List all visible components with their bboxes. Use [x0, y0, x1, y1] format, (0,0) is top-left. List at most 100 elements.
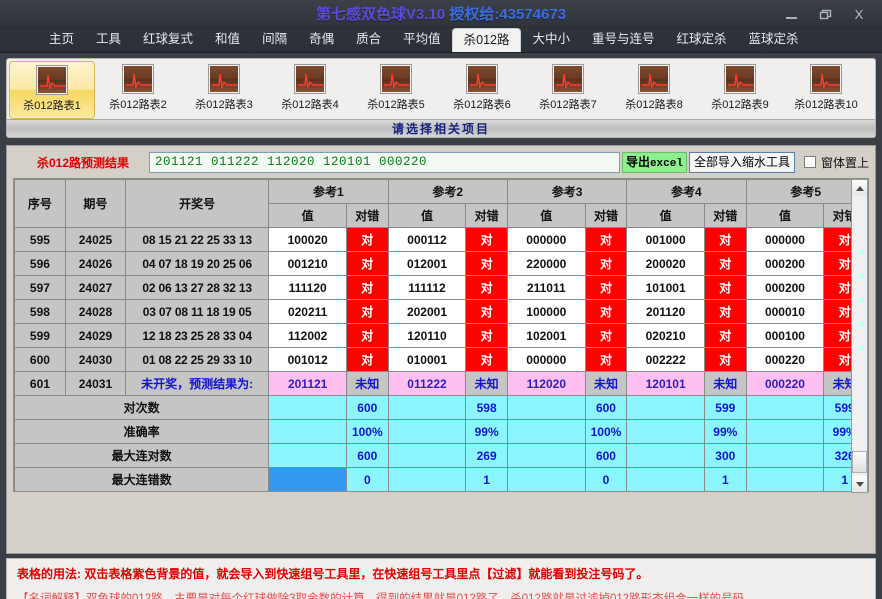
- stats-value-1: 600: [346, 443, 389, 468]
- toolbar-tab-2[interactable]: 杀012路表2: [95, 61, 181, 119]
- menu-item-1[interactable]: 工具: [85, 28, 132, 52]
- cell-value-4[interactable]: 200020: [626, 251, 706, 276]
- menu-item-4[interactable]: 间隔: [251, 28, 298, 52]
- menu-item-2[interactable]: 红球复式: [132, 28, 204, 52]
- cell-value-4[interactable]: 020210: [626, 323, 706, 348]
- cell-value-1[interactable]: 020211: [268, 299, 348, 324]
- toolbar-tab-6[interactable]: 杀012路表6: [439, 61, 525, 119]
- cell-value-1[interactable]: 001210: [268, 251, 348, 276]
- menu-item-10[interactable]: 重号与连号: [581, 28, 666, 52]
- menu-item-9[interactable]: 大中小: [521, 28, 581, 52]
- close-button[interactable]: X: [842, 1, 876, 27]
- cell-value-2[interactable]: 000112: [387, 227, 467, 252]
- toolbar-tab-10[interactable]: 杀012路表10: [783, 61, 869, 119]
- cell-value-2[interactable]: 111112: [387, 275, 467, 300]
- minimize-button[interactable]: [774, 1, 808, 27]
- cell-value-4[interactable]: 101001: [626, 275, 706, 300]
- table-row[interactable]: 595 24025 08 15 21 22 25 33 13 100020 对 00011…: [14, 227, 866, 252]
- grid-body: 595 24025 08 15 21 22 25 33 13 100020 对 00011…: [14, 227, 866, 491]
- menu-item-7[interactable]: 平均值: [392, 28, 452, 52]
- import-all-to-tool-button[interactable]: 全部导入缩水工具: [688, 151, 795, 173]
- cell-value-3[interactable]: 102001: [506, 323, 586, 348]
- toolbar-tab-7[interactable]: 杀012路表7: [525, 61, 611, 119]
- cell-value-5[interactable]: 000100: [745, 323, 825, 348]
- minimize-icon: [785, 17, 797, 19]
- cell-value-2[interactable]: 010001: [387, 347, 467, 372]
- toolbar-tab-5[interactable]: 杀012路表5: [353, 61, 439, 119]
- menu-item-6[interactable]: 质合: [345, 28, 392, 52]
- cell-value-3[interactable]: 100000: [506, 299, 586, 324]
- cell-value-4[interactable]: 201120: [626, 299, 706, 324]
- cell-result-1: 对: [346, 251, 389, 276]
- table-row[interactable]: 597 24027 02 06 13 27 28 32 13 111120 对 11111…: [14, 275, 866, 300]
- help-panel: 表格的用法: 双击表格紫色背景的值，就会导入到快速组号工具里，在快速组号工具里点…: [6, 558, 876, 599]
- cell-value-3[interactable]: 000000: [506, 227, 586, 252]
- ecg-line-icon: [40, 74, 66, 91]
- cell-value-4[interactable]: 002222: [626, 347, 706, 372]
- menu-item-12[interactable]: 蓝球定杀: [738, 28, 810, 52]
- main-content: 杀012路预测结果 201121 011222 112020 120101 00…: [6, 145, 876, 554]
- export-excel-button[interactable]: 导出excel: [621, 151, 687, 173]
- cell-prediction-value-5[interactable]: 000220: [745, 371, 825, 396]
- cell-result-4: 对: [704, 347, 747, 372]
- prediction-table-row[interactable]: 601 24031 未开奖，预测结果为: 201121 未知 011222 未知 112020…: [14, 371, 866, 396]
- table-row[interactable]: 600 24030 01 08 22 25 29 33 10 001012 对 01000…: [14, 347, 866, 372]
- toolbar-tab-label: 杀012路表10: [794, 99, 858, 111]
- ecg-chart-icon: [724, 64, 756, 94]
- toolbar-tab-4[interactable]: 杀012路表4: [267, 61, 353, 119]
- cell-value-1[interactable]: 112002: [268, 323, 348, 348]
- cell-value-2[interactable]: 120110: [387, 323, 467, 348]
- menu-item-5[interactable]: 奇偶: [298, 28, 345, 52]
- menu-item-8[interactable]: 杀012路: [451, 28, 522, 52]
- maximize-button[interactable]: [808, 1, 842, 27]
- cell-result-1: 对: [346, 323, 389, 348]
- cell-value-2[interactable]: 012001: [387, 251, 467, 276]
- cell-prediction-note: 未开奖，预测结果为:: [125, 371, 270, 396]
- stats-value-3: 600: [584, 395, 628, 420]
- header-result-1: 对错: [346, 203, 389, 228]
- cell-value-2[interactable]: 202001: [387, 299, 467, 324]
- cell-value-1[interactable]: 001012: [268, 347, 348, 372]
- cell-value-5[interactable]: 000000: [745, 227, 825, 252]
- header-value-4: 值: [626, 203, 706, 228]
- header-result-2: 对错: [465, 203, 508, 228]
- cell-prediction-value-3[interactable]: 112020: [506, 371, 586, 396]
- cell-value-1[interactable]: 111120: [268, 275, 348, 300]
- cell-value-5[interactable]: 000220: [745, 347, 825, 372]
- table-row[interactable]: 598 24028 03 07 08 11 18 19 05 020211 对 20200…: [14, 299, 866, 324]
- cell-value-4[interactable]: 001000: [626, 227, 706, 252]
- table-row[interactable]: 596 24026 04 07 18 19 20 25 06 001210 对 01200…: [14, 251, 866, 276]
- menu-item-0[interactable]: 主页: [38, 28, 85, 52]
- stats-label: 对次数: [14, 395, 270, 420]
- cell-value-3[interactable]: 000000: [506, 347, 586, 372]
- cell-result-3: 对: [584, 275, 628, 300]
- menu-item-11[interactable]: 红球定杀: [666, 28, 738, 52]
- topmost-checkbox-wrap[interactable]: 窗体置上: [803, 154, 869, 171]
- cell-value-3[interactable]: 211011: [506, 275, 586, 300]
- scrollbar-thumb[interactable]: [852, 451, 867, 473]
- ecg-line-icon: [212, 73, 238, 90]
- cell-value-5[interactable]: 000200: [745, 275, 825, 300]
- stats-spacer-2: [387, 467, 467, 491]
- cell-value-1[interactable]: 100020: [268, 227, 348, 252]
- vertical-scrollbar[interactable]: [851, 179, 868, 493]
- prediction-result-input[interactable]: 201121 011222 112020 120101 000220: [149, 151, 620, 173]
- cell-prediction-value-1[interactable]: 201121: [268, 371, 348, 396]
- toolbar-tab-9[interactable]: 杀012路表9: [697, 61, 783, 119]
- cell-value-5[interactable]: 000010: [745, 299, 825, 324]
- scroll-up-button[interactable]: [852, 180, 867, 196]
- prediction-label: 杀012路预测结果: [37, 155, 130, 170]
- cell-value-3[interactable]: 220000: [506, 251, 586, 276]
- prediction-bar: 杀012路预测结果 201121 011222 112020 120101 00…: [13, 151, 869, 173]
- toolbar-tab-1[interactable]: 杀012路表1: [9, 61, 95, 119]
- toolbar-tab-8[interactable]: 杀012路表8: [611, 61, 697, 119]
- scroll-down-button[interactable]: [852, 476, 867, 492]
- cell-value-5[interactable]: 000200: [745, 251, 825, 276]
- toolbar-tab-3[interactable]: 杀012路表3: [181, 61, 267, 119]
- cell-prediction-value-4[interactable]: 120101: [626, 371, 706, 396]
- topmost-checkbox[interactable]: [803, 156, 816, 168]
- menu-item-3[interactable]: 和值: [204, 28, 251, 52]
- header-draw: 开奖号: [125, 179, 270, 228]
- cell-prediction-value-2[interactable]: 011222: [387, 371, 467, 396]
- table-row[interactable]: 599 24029 12 18 23 25 28 33 04 112002 对 12011…: [14, 323, 866, 348]
